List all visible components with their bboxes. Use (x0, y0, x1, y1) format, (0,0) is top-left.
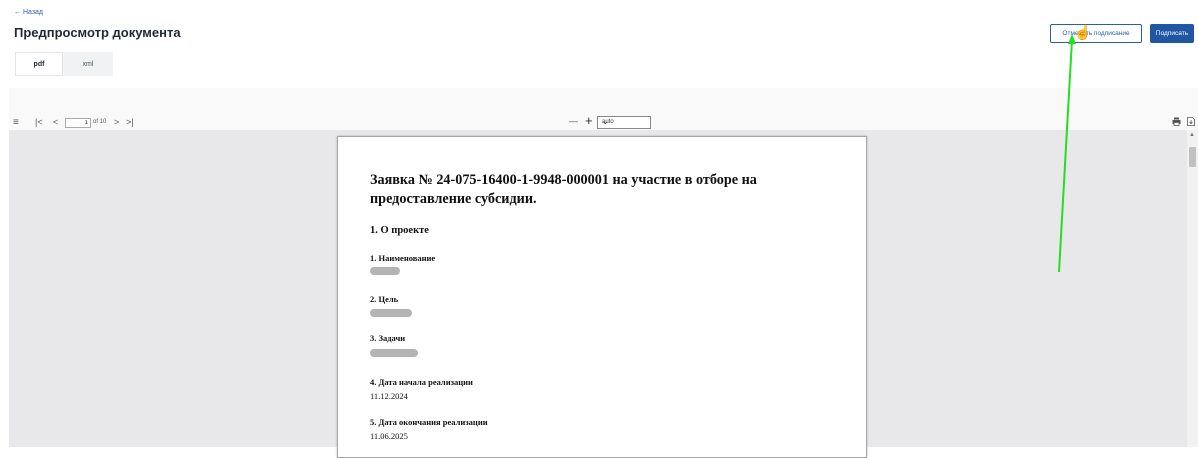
chevron-down-icon: ⌄ (602, 117, 609, 126)
format-tabs: pdf xml (15, 52, 113, 76)
sign-button[interactable]: Подписать (1150, 24, 1194, 43)
field-label: 3. Задачи (370, 333, 406, 343)
document-page: Заявка № 24-075-16400-1-9948-000001 на у… (337, 136, 867, 458)
field-label: 5. Дата окончания реализации (370, 417, 488, 427)
page-number-input[interactable] (65, 118, 91, 128)
zoom-in-button[interactable]: + (585, 113, 593, 128)
zoom-select[interactable]: auto ⌄ (597, 116, 651, 129)
first-page-button[interactable]: |< (35, 117, 43, 127)
mouse-cursor-icon: ☝ (1074, 24, 1092, 40)
cancel-sign-button[interactable]: Отменить подписание (1050, 24, 1142, 43)
pdf-viewer: ≡ |< < of 10 > >| — + auto ⌄ Заявка № 24… (9, 88, 1198, 458)
redacted-value (370, 349, 418, 357)
tab-pdf[interactable]: pdf (15, 52, 63, 76)
last-page-button[interactable]: >| (126, 117, 134, 127)
scroll-up-icon[interactable]: ▲ (1189, 132, 1195, 138)
page-title: Предпросмотр документа (14, 25, 181, 40)
scroll-thumb[interactable] (1189, 147, 1196, 167)
redacted-value (370, 309, 412, 317)
page-total: of 10 (93, 119, 107, 125)
next-page-button[interactable]: > (114, 117, 119, 127)
field-value: 11.12.2024 (370, 391, 408, 401)
field-label: 1. Наименование (370, 253, 436, 263)
back-link[interactable]: ← Назад (14, 9, 43, 16)
printer-icon[interactable] (1172, 117, 1181, 128)
download-icon[interactable] (1187, 117, 1195, 128)
viewer-toolbar: ≡ |< < of 10 > >| — + auto ⌄ (9, 88, 1198, 130)
section-heading: 1. О проекте (370, 225, 429, 236)
field-value: 11.06.2025 (370, 431, 408, 441)
tab-xml[interactable]: xml (63, 52, 113, 76)
field-label: 4. Дата начала реализации (370, 377, 473, 387)
sidebar-toggle-icon[interactable]: ≡ (13, 117, 19, 128)
prev-page-button[interactable]: < (53, 117, 58, 127)
redacted-value (370, 267, 400, 275)
field-label: 2. Цель (370, 294, 399, 304)
zoom-out-button[interactable]: — (569, 116, 578, 126)
vertical-scrollbar[interactable]: ▲ (1187, 130, 1198, 447)
document-title: Заявка № 24-075-16400-1-9948-000001 на у… (370, 172, 757, 207)
